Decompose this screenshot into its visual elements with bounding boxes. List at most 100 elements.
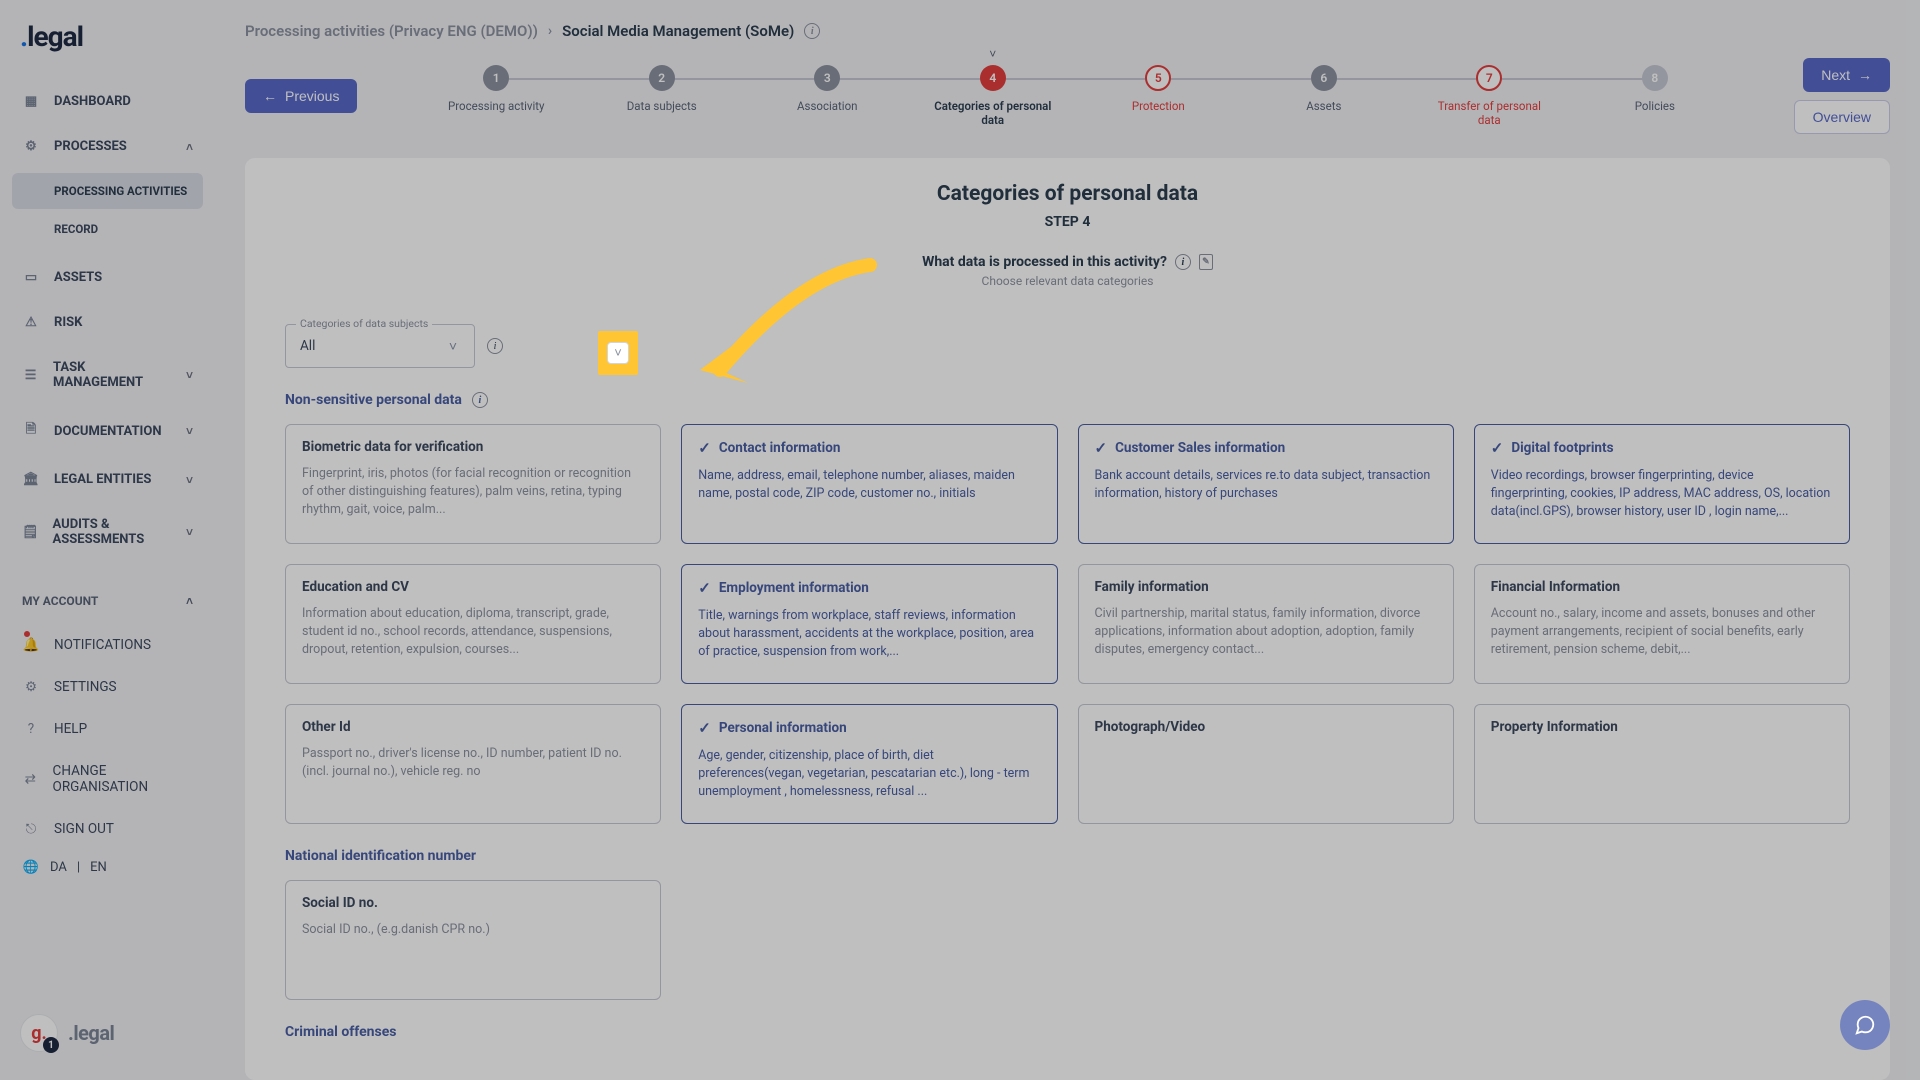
category-card[interactable]: Social ID no.Social ID no., (e.g.danish …	[285, 880, 661, 1000]
check-icon: ✓	[698, 579, 711, 597]
account-section-header[interactable]: MY ACCOUNT ˄	[12, 582, 203, 620]
step-label: Transfer of personal data	[1429, 99, 1549, 127]
card-title-text: Property Information	[1491, 719, 1618, 735]
nav-notifications[interactable]: 🔔 NOTIFICATIONS	[12, 624, 203, 666]
category-card[interactable]: Photograph/Video	[1078, 704, 1454, 824]
category-card[interactable]: ✓Digital footprintsVideo recordings, bro…	[1474, 424, 1850, 544]
lang-en[interactable]: EN	[90, 860, 107, 875]
info-icon[interactable]: i	[472, 392, 488, 408]
card-description: Title, warnings from workplace, staff re…	[698, 607, 1040, 661]
section-label: MY ACCOUNT	[22, 594, 98, 608]
chevron-down-icon: ˅	[186, 424, 193, 438]
document-icon[interactable]: ✎	[1199, 254, 1213, 270]
step-2[interactable]: 2 Data subjects	[579, 65, 745, 113]
category-card[interactable]: Other IdPassport no., driver's license n…	[285, 704, 661, 824]
breadcrumb-parent[interactable]: Processing activities (Privacy ENG (DEMO…	[245, 22, 538, 40]
step-label: Processing activity	[448, 99, 544, 113]
data-subjects-select[interactable]: Categories of data subjects All ˅	[285, 324, 475, 368]
main-nav: ▦ DASHBOARD ⚙ PROCESSES ˄ PROCESSING ACT…	[12, 81, 203, 885]
category-card[interactable]: Biometric data for verification Fingerpri…	[285, 424, 661, 544]
lang-da[interactable]: DA	[50, 860, 67, 875]
nav-legal-entities[interactable]: 🏛 LEGAL ENTITIES ˅	[12, 459, 203, 500]
nav-processes[interactable]: ⚙ PROCESSES ˄	[12, 126, 203, 167]
chevron-down-icon[interactable]: ˅	[607, 342, 629, 364]
section-label: Criminal offenses	[285, 1024, 396, 1040]
card-title-text: Customer Sales information	[1115, 440, 1285, 456]
card-title-text: Financial Information	[1491, 579, 1620, 595]
info-icon[interactable]: i	[1175, 254, 1191, 270]
step-5[interactable]: 5 Protection	[1076, 65, 1242, 113]
category-card[interactable]: ✓Personal informationAge, gender, citize…	[681, 704, 1057, 824]
category-card[interactable]: ✓Contact information Name, address, email…	[681, 424, 1057, 544]
step-8[interactable]: 8 Policies	[1572, 65, 1738, 113]
chevron-up-icon: ˄	[186, 140, 193, 154]
nav-processing-activities[interactable]: PROCESSING ACTIVITIES	[12, 173, 203, 209]
card-title: Education and CV	[302, 579, 644, 595]
gear-icon: ⚙	[22, 679, 40, 695]
card-title-text: Digital footprints	[1511, 440, 1613, 456]
nav-change-org[interactable]: ⇄ CHANGE ORGANISATION	[12, 750, 203, 808]
nav-risk[interactable]: ⚠ RISK	[12, 302, 203, 343]
g-badge-count: 1	[43, 1037, 59, 1053]
info-icon[interactable]: i	[804, 23, 820, 39]
overview-button[interactable]: Overview	[1794, 100, 1890, 134]
check-icon: ✓	[1095, 439, 1108, 457]
nav-label: DASHBOARD	[54, 94, 131, 109]
card-title: ✓Personal information	[698, 719, 1040, 737]
nav-label: AUDITS & ASSESSMENTS	[53, 517, 172, 547]
chat-fab[interactable]	[1840, 1000, 1890, 1050]
previous-button[interactable]: ← Previous	[245, 79, 357, 113]
step-1[interactable]: 1 Processing activity	[413, 65, 579, 113]
card-title: ✓ Customer Sales information	[1095, 439, 1437, 457]
nav-dashboard[interactable]: ▦ DASHBOARD	[12, 81, 203, 122]
step-4[interactable]: ˅ 4 Categories of personal data	[910, 65, 1076, 127]
step-label: Policies	[1635, 99, 1675, 113]
category-card[interactable]: ✓ Employment information Title, warnings f…	[681, 564, 1057, 684]
nav-label: SETTINGS	[54, 679, 117, 695]
category-card[interactable]: Property Information	[1474, 704, 1850, 824]
step-circle: 7	[1476, 65, 1502, 91]
next-button[interactable]: Next →	[1803, 58, 1890, 92]
card-title-text: Employment information	[719, 580, 869, 596]
nav-label: RISK	[54, 315, 82, 330]
nav-label: SIGN OUT	[54, 821, 114, 837]
card-title-text: Biometric data for verification	[302, 439, 483, 455]
chevron-down-icon[interactable]: ˅	[438, 331, 468, 361]
nav-help[interactable]: ? HELP	[12, 708, 203, 750]
step-6[interactable]: 6 Assets	[1241, 65, 1407, 113]
step-circle: 3	[814, 65, 840, 91]
card-title-text: Other Id	[302, 719, 351, 735]
card-description: Information about education, diploma, tr…	[302, 605, 644, 659]
filter-row: Categories of data subjects All ˅ i	[285, 324, 1850, 368]
nav-assets[interactable]: ▭ ASSETS	[12, 257, 203, 298]
nav-settings[interactable]: ⚙ SETTINGS	[12, 666, 203, 708]
card-description: Name, address, email, telephone number, …	[698, 467, 1040, 503]
section-national: National identification number	[285, 848, 1850, 864]
card-title: ✓Contact information	[698, 439, 1040, 457]
nav-label: ASSETS	[54, 270, 102, 285]
section-criminal: Criminal offenses	[285, 1024, 1850, 1040]
step-3[interactable]: 3 Association	[745, 65, 911, 113]
nav-audits[interactable]: 🗒 AUDITS & ASSESSMENTS ˅	[12, 504, 203, 560]
button-label: Next	[1821, 67, 1850, 83]
nav-record[interactable]: RECORD	[12, 211, 203, 247]
card-description: Fingerprint, iris, photos (for facial re…	[302, 465, 644, 519]
category-card[interactable]: Financial InformationAccount no., salary…	[1474, 564, 1850, 684]
category-card[interactable]: Family informationCivil partnership, mar…	[1078, 564, 1454, 684]
section-label: Non-sensitive personal data	[285, 392, 462, 408]
step-7[interactable]: 7 Transfer of personal data	[1407, 65, 1573, 127]
card-title-text: Family information	[1095, 579, 1209, 595]
nav-documentation[interactable]: 🗎 DOCUMENTATION ˅	[12, 407, 203, 455]
prompt-text: What data is processed in this activity?	[922, 254, 1167, 270]
nav-sign-out[interactable]: ⎋ SIGN OUT	[12, 808, 203, 850]
step-label: Assets	[1306, 99, 1341, 113]
info-icon[interactable]: i	[487, 338, 503, 354]
g-badge[interactable]: g. 1	[20, 1014, 58, 1052]
nav-task-management[interactable]: ☰ TASK MANAGEMENT ˅	[12, 347, 203, 403]
prompt: What data is processed in this activity?…	[285, 254, 1850, 270]
category-card[interactable]: Education and CV Information about educat…	[285, 564, 661, 684]
category-card[interactable]: ✓Customer Sales informationBank account …	[1078, 424, 1454, 544]
language-switcher[interactable]: 🌐 DA | EN	[12, 850, 203, 885]
swap-icon: ⇄	[22, 771, 39, 787]
dashboard-icon: ▦	[22, 94, 40, 109]
